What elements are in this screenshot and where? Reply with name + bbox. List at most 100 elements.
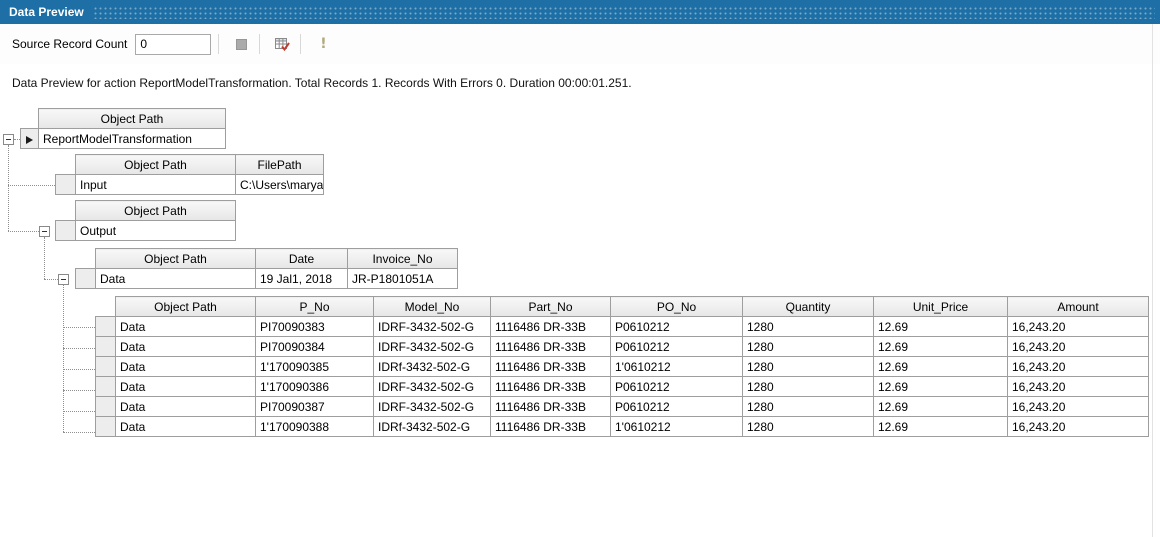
cell-model-no[interactable]: IDRF-3432-502-G — [374, 397, 491, 417]
cell-p-no[interactable]: PI70090384 — [256, 337, 374, 357]
cell-root-node[interactable]: ReportModelTransformation — [39, 129, 226, 149]
output-node-grid: Object Path Output — [55, 200, 236, 241]
cell-quantity[interactable]: 1280 — [743, 397, 874, 417]
cell-po-no[interactable]: P0610212 — [611, 397, 743, 417]
cell-model-no[interactable]: IDRF-3432-502-G — [374, 317, 491, 337]
cell-unit-price[interactable]: 12.69 — [874, 377, 1008, 397]
column-header-p-no: P_No — [256, 297, 374, 317]
cell-filepath[interactable]: C:\Users\maryam. — [236, 175, 324, 195]
cell-quantity[interactable]: 1280 — [743, 317, 874, 337]
cell-amount[interactable]: 16,243.20 — [1008, 337, 1149, 357]
cell-unit-price[interactable]: 12.69 — [874, 397, 1008, 417]
cell-amount[interactable]: 16,243.20 — [1008, 317, 1149, 337]
status-text: Data Preview for action ReportModelTrans… — [12, 76, 632, 90]
row-selector[interactable] — [56, 221, 76, 241]
column-header-po-no: PO_No — [611, 297, 743, 317]
current-row-selector[interactable] — [21, 129, 39, 149]
cell-object-path[interactable]: Data — [116, 397, 256, 417]
expander-data-node[interactable] — [58, 274, 69, 285]
cell-object-path[interactable]: Input — [76, 175, 236, 195]
cell-invoice-no[interactable]: JR-P1801051A — [348, 269, 458, 289]
show-errors-button[interactable]: ! — [312, 33, 334, 55]
column-header-model-no: Model_No — [374, 297, 491, 317]
tree-connector — [8, 185, 55, 186]
cell-object-path[interactable]: Data — [116, 337, 256, 357]
exclamation-icon: ! — [320, 37, 326, 51]
row-selector[interactable] — [96, 417, 116, 437]
cell-part-no[interactable]: 1116486 DR-33B — [491, 417, 611, 437]
table-row: Data 19 Jal1, 2018 JR-P1801051A — [76, 269, 458, 289]
column-header-object-path: Object Path — [116, 297, 256, 317]
column-header-invoice-no: Invoice_No — [348, 249, 458, 269]
row-selector[interactable] — [96, 337, 116, 357]
row-selector[interactable] — [96, 357, 116, 377]
cell-amount[interactable]: 16,243.20 — [1008, 377, 1149, 397]
column-header-amount: Amount — [1008, 297, 1149, 317]
table-row: Data PI70090384 IDRF-3432-502-G 1116486 … — [96, 337, 1149, 357]
table-row: Data 1'170090385 IDRf-3432-502-G 1116486… — [96, 357, 1149, 377]
cell-p-no[interactable]: PI70090387 — [256, 397, 374, 417]
cell-po-no[interactable]: 1'0610212 — [611, 417, 743, 437]
cell-part-no[interactable]: 1116486 DR-33B — [491, 317, 611, 337]
cell-amount[interactable]: 16,243.20 — [1008, 357, 1149, 377]
cell-quantity[interactable]: 1280 — [743, 357, 874, 377]
panel-titlebar[interactable]: Data Preview — [0, 0, 1160, 24]
cell-po-no[interactable]: 1'0610212 — [611, 357, 743, 377]
root-node-grid: Object Path ReportModelTransformation — [20, 108, 226, 149]
row-selector[interactable] — [96, 377, 116, 397]
stop-button[interactable] — [230, 33, 252, 55]
row-selector[interactable] — [56, 175, 76, 195]
cell-model-no[interactable]: IDRf-3432-502-G — [374, 417, 491, 437]
cell-model-no[interactable]: IDRF-3432-502-G — [374, 337, 491, 357]
column-header-object-path: Object Path — [96, 249, 256, 269]
cell-p-no[interactable]: 1'170090386 — [256, 377, 374, 397]
row-selector[interactable] — [96, 317, 116, 337]
expander-root-node[interactable] — [3, 134, 14, 145]
table-row: Input C:\Users\maryam. — [56, 175, 324, 195]
cell-unit-price[interactable]: 12.69 — [874, 317, 1008, 337]
cell-po-no[interactable]: P0610212 — [611, 317, 743, 337]
titlebar-dot-pattern — [93, 6, 1155, 19]
cell-po-no[interactable]: P0610212 — [611, 377, 743, 397]
cell-po-no[interactable]: P0610212 — [611, 337, 743, 357]
tree-connector — [63, 411, 95, 412]
cell-amount[interactable]: 16,243.20 — [1008, 417, 1149, 437]
cell-quantity[interactable]: 1280 — [743, 417, 874, 437]
cell-output-node[interactable]: Output — [76, 221, 236, 241]
cell-quantity[interactable]: 1280 — [743, 337, 874, 357]
cell-model-no[interactable]: IDRF-3432-502-G — [374, 377, 491, 397]
cell-amount[interactable]: 16,243.20 — [1008, 397, 1149, 417]
cell-part-no[interactable]: 1116486 DR-33B — [491, 397, 611, 417]
source-record-count-input[interactable] — [135, 34, 211, 55]
header-row: Object Path — [56, 201, 236, 221]
cell-unit-price[interactable]: 12.69 — [874, 357, 1008, 377]
cell-object-path[interactable]: Data — [116, 417, 256, 437]
cell-object-path[interactable]: Data — [116, 357, 256, 377]
preview-data-button[interactable] — [271, 33, 293, 55]
cell-unit-price[interactable]: 12.69 — [874, 417, 1008, 437]
header-row: Object Path FilePath — [56, 155, 324, 175]
cell-object-path[interactable]: Data — [116, 377, 256, 397]
cell-unit-price[interactable]: 12.69 — [874, 337, 1008, 357]
cell-p-no[interactable]: 1'170090388 — [256, 417, 374, 437]
cell-p-no[interactable]: 1'170090385 — [256, 357, 374, 377]
cell-object-path[interactable]: Data — [116, 317, 256, 337]
expander-output-node[interactable] — [39, 226, 50, 237]
column-header-date: Date — [256, 249, 348, 269]
header-spacer — [96, 297, 116, 317]
cell-part-no[interactable]: 1116486 DR-33B — [491, 337, 611, 357]
row-selector[interactable] — [76, 269, 96, 289]
input-node-grid: Object Path FilePath Input C:\Users\mary… — [55, 154, 324, 195]
header-row: Object Path Date Invoice_No — [76, 249, 458, 269]
table-row: Data 1'170090386 IDRF-3432-502-G 1116486… — [96, 377, 1149, 397]
row-selector[interactable] — [96, 397, 116, 417]
cell-date[interactable]: 19 Jal1, 2018 — [256, 269, 348, 289]
tree-connector — [63, 327, 95, 328]
cell-model-no[interactable]: IDRf-3432-502-G — [374, 357, 491, 377]
cell-quantity[interactable]: 1280 — [743, 377, 874, 397]
cell-part-no[interactable]: 1116486 DR-33B — [491, 357, 611, 377]
cell-object-path[interactable]: Data — [96, 269, 256, 289]
cell-p-no[interactable]: PI70090383 — [256, 317, 374, 337]
toolbar: Source Record Count ! — [0, 24, 1160, 64]
cell-part-no[interactable]: 1116486 DR-33B — [491, 377, 611, 397]
